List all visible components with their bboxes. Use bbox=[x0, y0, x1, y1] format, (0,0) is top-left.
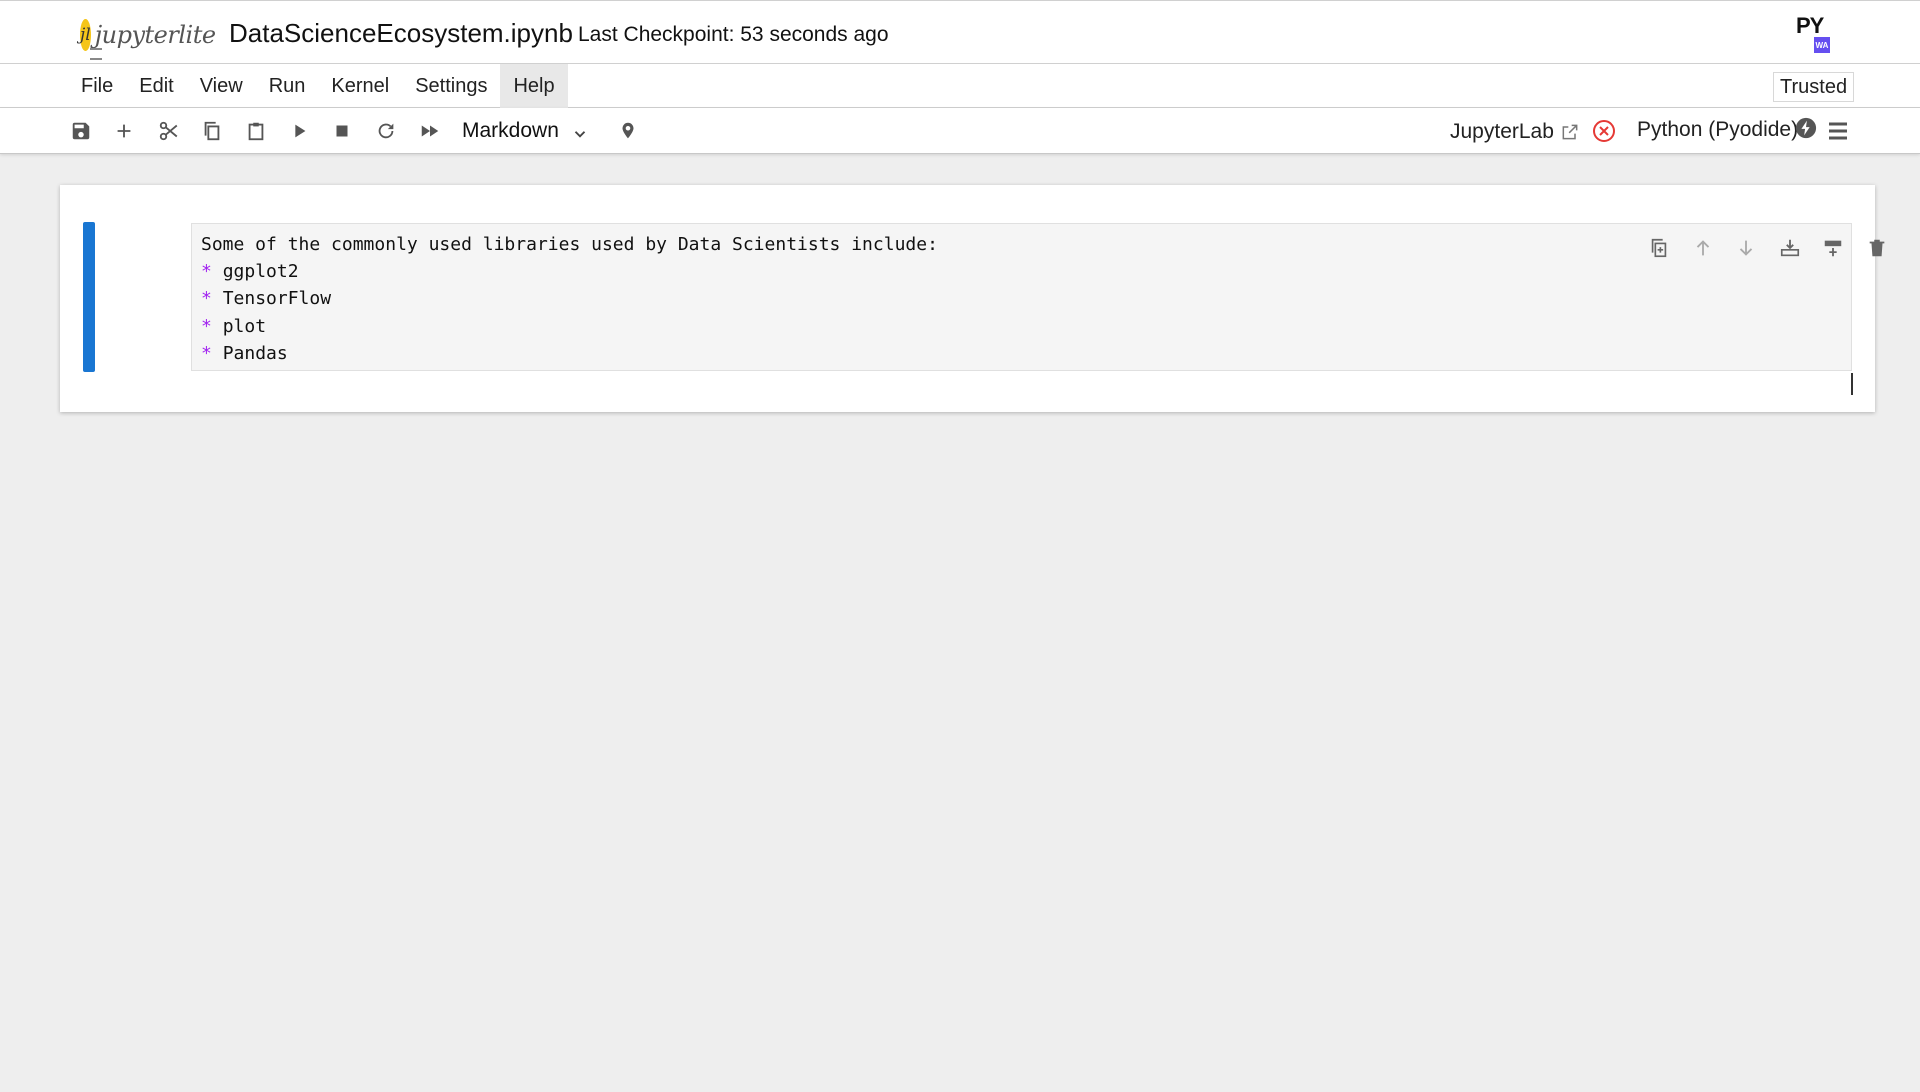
menu-settings[interactable]: Settings bbox=[402, 64, 500, 108]
active-cell-marker[interactable] bbox=[83, 222, 95, 372]
stop-icon[interactable] bbox=[328, 117, 356, 145]
kernel-name[interactable]: Python (Pyodide) bbox=[1637, 118, 1798, 142]
move-up-icon[interactable] bbox=[1688, 233, 1718, 263]
cell-type-select[interactable]: Markdown bbox=[462, 116, 589, 146]
cell-toolbar bbox=[1644, 233, 1905, 263]
cell-type-value: Markdown bbox=[462, 119, 559, 142]
notebook-toolbar: Markdown JupyterLab Python (Pyodide) bbox=[0, 108, 1920, 154]
logo-text: jupyterlite bbox=[94, 21, 216, 49]
cut-icon[interactable] bbox=[155, 117, 183, 145]
add-cell-icon[interactable] bbox=[110, 117, 138, 145]
restart-icon[interactable] bbox=[372, 117, 400, 145]
menu-file[interactable]: File bbox=[68, 64, 126, 108]
jupyterlite-bulb-icon: jl bbox=[80, 19, 102, 60]
menu-help[interactable]: Help bbox=[500, 64, 568, 108]
trusted-indicator[interactable]: Trusted bbox=[1773, 72, 1855, 102]
cell-line: Some of the commonly used libraries used… bbox=[201, 234, 938, 255]
notebook-title[interactable]: DataScienceEcosystem.ipynb bbox=[229, 18, 573, 49]
fast-forward-icon[interactable] bbox=[416, 117, 444, 145]
run-icon[interactable] bbox=[285, 117, 313, 145]
menu-bar: File Edit View Run Kernel Settings Help … bbox=[0, 64, 1920, 108]
save-icon[interactable] bbox=[67, 117, 95, 145]
delete-cell-icon[interactable] bbox=[1862, 233, 1892, 263]
move-down-icon[interactable] bbox=[1731, 233, 1761, 263]
jupyterlite-logo[interactable]: jl jupyterlite bbox=[80, 15, 216, 60]
open-jupyterlab-link[interactable]: JupyterLab bbox=[1450, 118, 1580, 146]
top-header: jl jupyterlite DataScienceEcosystem.ipyn… bbox=[0, 0, 1920, 64]
cell-line: * TensorFlow bbox=[201, 288, 332, 310]
paste-icon[interactable] bbox=[242, 117, 270, 145]
menu-run[interactable]: Run bbox=[256, 64, 319, 108]
copy-icon[interactable] bbox=[198, 117, 226, 145]
insert-below-icon[interactable] bbox=[1818, 233, 1848, 263]
notebook-panel: Some of the commonly used libraries used… bbox=[60, 185, 1884, 412]
menu-view[interactable]: View bbox=[187, 64, 256, 108]
location-pin-icon[interactable] bbox=[614, 117, 642, 145]
cell-line: * plot bbox=[201, 315, 267, 337]
hamburger-menu-icon[interactable] bbox=[1826, 119, 1850, 143]
menu-kernel[interactable]: Kernel bbox=[318, 64, 402, 108]
markdown-cell-editor[interactable]: Some of the commonly used libraries used… bbox=[191, 223, 1852, 371]
kernel-bolt-icon bbox=[1795, 117, 1817, 139]
checkpoint-status: Last Checkpoint: 53 seconds ago bbox=[578, 23, 889, 46]
cell-line: * ggplot2 bbox=[201, 261, 299, 283]
kernel-error-icon bbox=[1592, 119, 1616, 143]
insert-above-icon[interactable] bbox=[1775, 233, 1805, 263]
external-link-icon bbox=[1562, 124, 1578, 140]
jupyterlab-label: JupyterLab bbox=[1450, 120, 1554, 143]
duplicate-cell-icon[interactable] bbox=[1644, 233, 1674, 263]
resize-cursor bbox=[1851, 373, 1853, 395]
pyodide-badge-icon: PY WA bbox=[1796, 13, 1838, 53]
menu-edit[interactable]: Edit bbox=[126, 64, 186, 108]
chevron-down-icon bbox=[574, 131, 586, 138]
cell-line: * Pandas bbox=[201, 342, 288, 364]
